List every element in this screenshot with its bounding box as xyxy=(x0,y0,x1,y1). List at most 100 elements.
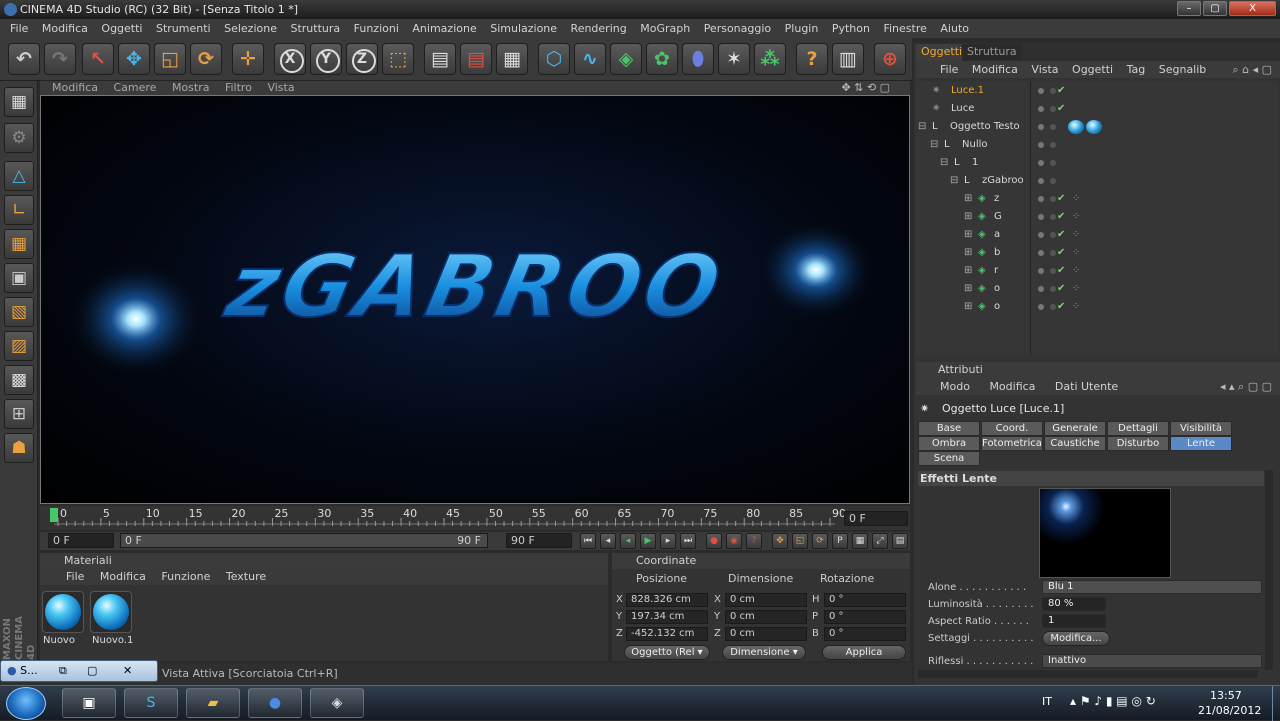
object-row-letter[interactable]: ⊞ ◈ z ✔ ⁘ xyxy=(916,190,1278,208)
attr-menu-dati-utente[interactable]: Dati Utente xyxy=(1055,380,1118,393)
texture-mode-icon[interactable]: ▧ xyxy=(4,297,34,327)
material-thumbnail[interactable] xyxy=(90,591,132,633)
menu-struttura[interactable]: Struttura xyxy=(290,22,340,35)
enabled-check-icon[interactable]: ✔ xyxy=(1057,280,1065,298)
phong-tag-icon[interactable]: ⁘ xyxy=(1072,208,1080,226)
lens-effects-section[interactable]: Effetti Lente xyxy=(918,471,1264,486)
object-row-letter[interactable]: ⊞ ◈ b ✔ ⁘ xyxy=(916,244,1278,262)
viewport-menu-filtro[interactable]: Filtro xyxy=(225,81,252,94)
move-icon[interactable]: ✥ xyxy=(118,43,150,75)
pos-z-field[interactable]: -452.132 cm xyxy=(626,627,708,641)
enabled-check-icon[interactable]: ✔ xyxy=(1057,100,1065,118)
object-row-1[interactable]: ⊟ L 1 xyxy=(916,154,1278,172)
menu-plugin[interactable]: Plugin xyxy=(785,22,819,35)
next-frame-icon[interactable]: ▸ xyxy=(660,533,676,549)
om-menu-oggetti[interactable]: Oggetti xyxy=(1072,63,1113,76)
close-button[interactable]: X xyxy=(1229,1,1276,16)
attr-nav-icons[interactable]: ◂ ▴ ⌕ ▢ ▢ xyxy=(1220,378,1272,395)
rot-h-field[interactable]: 0 ° xyxy=(824,593,906,607)
timeline[interactable]: 0 5 10 15 20 25 30 35 40 45 50 55 60 65 70 75 80 85 90 0 F xyxy=(40,506,910,530)
scale-icon[interactable]: ◱ xyxy=(154,43,186,75)
om-menu-file[interactable]: File xyxy=(940,63,958,76)
object-row-zgabroo[interactable]: ⊟ L zGabroo xyxy=(916,172,1278,190)
expand-icon[interactable]: ⊞ xyxy=(964,208,972,226)
menu-strumenti[interactable]: Strumenti xyxy=(156,22,211,35)
particles-icon[interactable]: ⁂ xyxy=(754,43,786,75)
settaggi-modify-button[interactable]: Modifica... xyxy=(1042,631,1110,646)
size-x-field[interactable]: 0 cm xyxy=(725,593,807,607)
tab-fotometrica[interactable]: Fotometrica xyxy=(981,436,1043,451)
cinema4d-taskbar-icon[interactable]: ● xyxy=(248,688,302,718)
uv-mode-icon[interactable]: ▣ xyxy=(4,263,34,293)
nurbs-icon[interactable]: ◈ xyxy=(610,43,642,75)
collapse-icon[interactable]: ⊟ xyxy=(950,172,958,190)
show-desktop-button[interactable] xyxy=(1272,686,1280,721)
cube-icon[interactable]: ⬡ xyxy=(538,43,570,75)
points-mode-icon[interactable]: △ xyxy=(4,161,34,191)
prop-luminosita-field[interactable]: 80 % xyxy=(1042,597,1106,611)
enabled-check-icon[interactable]: ✔ xyxy=(1057,190,1065,208)
render-view-icon[interactable]: ▤ xyxy=(424,43,456,75)
current-frame-field[interactable]: 0 F xyxy=(844,511,908,526)
expand-icon[interactable]: ⊞ xyxy=(964,262,972,280)
language-indicator[interactable]: IT xyxy=(1042,695,1052,708)
tab-coord[interactable]: Coord. xyxy=(981,421,1043,436)
clock-date[interactable]: 21/08/2012 xyxy=(1198,704,1261,717)
viewport-nav-icons[interactable]: ✥ ⇅ ⟲ ▢ xyxy=(841,81,890,94)
viewport-menu-mostra[interactable]: Mostra xyxy=(172,81,210,94)
media-app-icon[interactable]: ◈ xyxy=(310,688,364,718)
layout-icon[interactable]: ▥ xyxy=(832,43,864,75)
taskbar-app-icon[interactable]: ▣ xyxy=(62,688,116,718)
materials-menu-texture[interactable]: Texture xyxy=(226,570,266,583)
expand-icon[interactable]: ⊞ xyxy=(964,280,972,298)
size-y-field[interactable]: 0 cm xyxy=(725,610,807,624)
menu-rendering[interactable]: Rendering xyxy=(571,22,627,35)
object-list-divider[interactable] xyxy=(1030,82,1031,355)
locked-workplane-icon[interactable]: ⊞ xyxy=(4,399,34,429)
collapse-icon[interactable]: ⊟ xyxy=(940,154,948,172)
enabled-check-icon[interactable]: ✔ xyxy=(1057,298,1065,316)
tab-scena[interactable]: Scena xyxy=(918,451,980,466)
x-axis-lock-button[interactable]: X xyxy=(274,43,306,75)
object-row-luce[interactable]: ✷ Luce ✔ xyxy=(916,100,1278,118)
sculpt-icon[interactable]: ☗ xyxy=(4,433,34,463)
key-parameter-icon[interactable]: P xyxy=(832,533,848,549)
phong-tag-icon[interactable]: ⁘ xyxy=(1072,262,1080,280)
expand-icon[interactable]: ⊞ xyxy=(964,226,972,244)
deformer-icon[interactable]: ⬮ xyxy=(682,43,714,75)
key-scale-icon[interactable]: ◱ xyxy=(792,533,808,549)
popup-restore-icon[interactable]: ⧉ xyxy=(59,661,67,681)
rot-b-field[interactable]: 0 ° xyxy=(824,627,906,641)
object-row-oggetto-testo[interactable]: ⊟ L Oggetto Testo xyxy=(916,118,1278,136)
restore-button[interactable]: ▢ xyxy=(1203,1,1227,16)
menu-simulazione[interactable]: Simulazione xyxy=(490,22,557,35)
om-menu-modifica[interactable]: Modifica xyxy=(972,63,1018,76)
popup-close-icon[interactable]: ✕ xyxy=(123,661,132,681)
skype-icon[interactable]: S xyxy=(124,688,178,718)
key-position-icon[interactable]: ✥ xyxy=(772,533,788,549)
render-picture-viewer-icon[interactable]: ▤ xyxy=(460,43,492,75)
menu-mograph[interactable]: MoGraph xyxy=(640,22,690,35)
redo-icon[interactable]: ↷ xyxy=(44,43,76,75)
y-axis-lock-button[interactable]: Y xyxy=(310,43,342,75)
menu-funzioni[interactable]: Funzioni xyxy=(354,22,399,35)
menu-aiuto[interactable]: Aiuto xyxy=(940,22,969,35)
minimize-button[interactable]: – xyxy=(1177,1,1201,16)
enabled-check-icon[interactable]: ✔ xyxy=(1057,226,1065,244)
viewport-menu-modifica[interactable]: Modifica xyxy=(52,81,98,94)
phong-tag-icon[interactable]: ⁘ xyxy=(1072,226,1080,244)
phong-tag-icon[interactable]: ⁘ xyxy=(1072,190,1080,208)
material-thumbnail[interactable] xyxy=(42,591,84,633)
om-menu-tag[interactable]: Tag xyxy=(1127,63,1146,76)
om-search-icons[interactable]: ⌕ ⌂ ◂ ▢ xyxy=(1232,61,1272,78)
attributes-hscrollbar[interactable] xyxy=(918,670,1258,678)
goto-end-icon[interactable]: ⏭ xyxy=(680,533,696,549)
size-z-field[interactable]: 0 cm xyxy=(725,627,807,641)
attr-menu-modo[interactable]: Modo xyxy=(940,380,970,393)
menu-selezione[interactable]: Selezione xyxy=(224,22,277,35)
phong-tag-icon[interactable]: ⁘ xyxy=(1072,298,1080,316)
prev-frame-icon[interactable]: ◂ xyxy=(620,533,636,549)
undo-icon[interactable]: ↶ xyxy=(8,43,40,75)
tab-struttura[interactable]: Struttura xyxy=(962,44,1022,61)
pos-x-field[interactable]: 828.326 cm xyxy=(626,593,708,607)
